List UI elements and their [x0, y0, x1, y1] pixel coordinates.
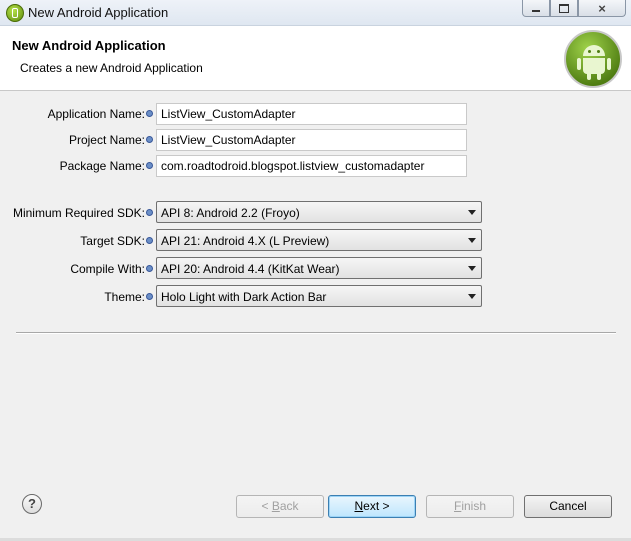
help-button[interactable]: ? — [22, 494, 42, 514]
next-mnemonic: N — [354, 499, 364, 513]
min-sdk-value: API 8: Android 2.2 (Froyo) — [161, 206, 300, 220]
robot-leg-left — [587, 73, 591, 80]
android-robot-icon — [564, 30, 622, 88]
robot-body — [583, 58, 605, 74]
info-icon — [146, 162, 153, 169]
compile-with-select[interactable]: API 20: Android 4.4 (KitKat Wear) — [156, 257, 482, 279]
info-icon — [146, 136, 153, 143]
chevron-down-icon — [468, 238, 476, 243]
next-button[interactable]: Next > — [328, 495, 416, 518]
finish-button[interactable]: Finish — [426, 495, 514, 518]
package-name-label: Package Name: — [59, 159, 145, 173]
close-button[interactable]: × — [578, 0, 626, 17]
min-sdk-select[interactable]: API 8: Android 2.2 (Froyo) — [156, 201, 482, 223]
minimize-button[interactable] — [522, 0, 550, 17]
back-button[interactable]: < Back — [236, 495, 324, 518]
theme-select[interactable]: Holo Light with Dark Action Bar — [156, 285, 482, 307]
theme-label: Theme: — [104, 290, 145, 304]
chevron-down-icon — [468, 210, 476, 215]
next-label-rest: ext > — [363, 499, 390, 513]
min-sdk-label: Minimum Required SDK: — [12, 206, 145, 220]
application-name-label: Application Name: — [47, 107, 145, 121]
maximize-button[interactable] — [550, 0, 578, 17]
project-name-label: Project Name: — [68, 133, 145, 147]
close-icon: × — [598, 0, 606, 16]
compile-with-value: API 20: Android 4.4 (KitKat Wear) — [161, 262, 340, 276]
separator — [16, 332, 616, 334]
info-icon — [146, 293, 153, 300]
target-sdk-label: Target SDK: — [80, 234, 145, 248]
finish-label-rest: inish — [461, 499, 487, 513]
info-icon — [146, 110, 153, 117]
window-title: New Android Application — [28, 5, 169, 20]
back-label-rest: ack — [279, 499, 299, 513]
back-prefix: < — [261, 499, 272, 513]
cancel-button[interactable]: Cancel — [524, 495, 612, 518]
info-icon — [146, 209, 153, 216]
target-sdk-select[interactable]: API 21: Android 4.X (L Preview) — [156, 229, 482, 251]
chevron-down-icon — [468, 266, 476, 271]
robot-leg-right — [597, 73, 601, 80]
project-name-field[interactable]: ListView_CustomAdapter — [156, 129, 467, 151]
robot-eye-left — [588, 50, 591, 53]
application-name-field[interactable]: ListView_CustomAdapter — [156, 103, 467, 125]
robot-arm-right — [607, 58, 611, 70]
back-mnemonic: B — [271, 499, 280, 513]
page-title: New Android Application — [12, 38, 166, 53]
help-icon: ? — [28, 496, 36, 511]
compile-with-label: Compile With: — [70, 262, 145, 276]
theme-value: Holo Light with Dark Action Bar — [161, 290, 327, 304]
robot-arm-left — [577, 58, 581, 70]
minimize-icon — [532, 10, 540, 12]
maximize-icon — [559, 3, 569, 13]
target-sdk-value: API 21: Android 4.X (L Preview) — [161, 234, 330, 248]
info-icon — [146, 265, 153, 272]
wizard-header: New Android Application Creates a new An… — [0, 26, 631, 91]
robot-head — [583, 45, 605, 56]
info-icon — [146, 237, 153, 244]
page-description: Creates a new Android Application — [20, 61, 203, 75]
window-titlebar: New Android Application × — [0, 0, 631, 26]
package-name-field[interactable]: com.roadtodroid.blogspot.listview_custom… — [156, 155, 467, 177]
eclipse-app-icon — [6, 4, 24, 22]
robot-eye-right — [597, 50, 600, 53]
chevron-down-icon — [468, 294, 476, 299]
